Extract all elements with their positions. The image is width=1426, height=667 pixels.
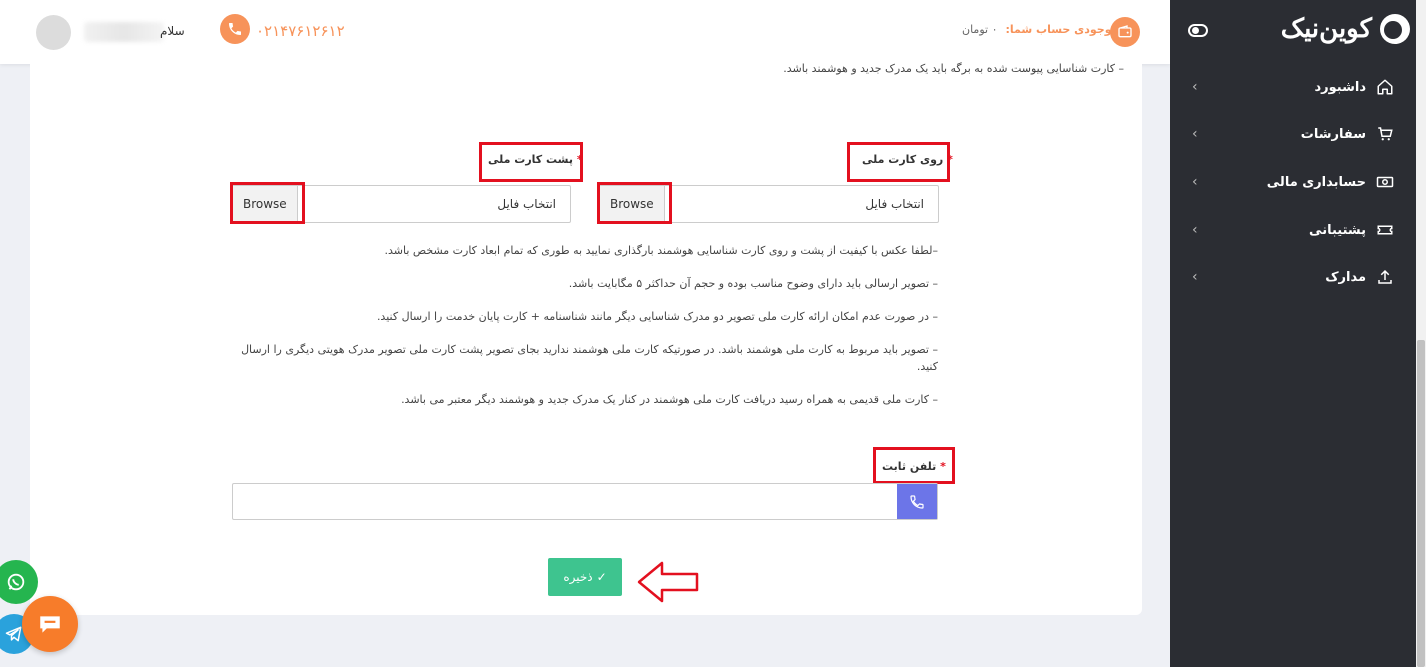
blurred-username <box>84 22 164 42</box>
sidebar-item-dashboard[interactable]: ‹ داشبورد <box>1170 67 1416 107</box>
annotation-arrow-icon <box>637 561 699 603</box>
file-placeholder: انتخاب فایل <box>497 197 556 211</box>
ticket-icon <box>1377 225 1393 235</box>
upload-guidelines: –لطفا عکس با کیفیت از پشت و روی کارت شنا… <box>232 242 938 424</box>
account-balance: موجودی حساب شما: ۰ تومان <box>962 23 1118 36</box>
guideline-item: – کارت ملی قدیمی به همراه رسید دریافت کا… <box>401 393 938 406</box>
upload-icon <box>1378 269 1392 284</box>
chevron-left-icon: ‹ <box>1192 126 1198 142</box>
chat-icon[interactable] <box>22 596 78 652</box>
cart-icon <box>1378 127 1393 141</box>
home-icon <box>1377 79 1393 95</box>
save-label: ذخیره <box>563 570 593 584</box>
guideline-item: –لطفا عکس با کیفیت از پشت و روی کارت شنا… <box>384 244 938 257</box>
top-header: سلام ۰۲۱۴۷۶۱۲۶۱۲ موجودی حساب شما: ۰ توما… <box>0 0 1170 64</box>
phone-icon[interactable] <box>220 14 250 44</box>
sidebar-item-accounting[interactable]: ‹ حسابداری مالی <box>1170 162 1416 202</box>
balance-label: موجودی حساب شما: <box>1005 23 1119 36</box>
chevron-left-icon: ‹ <box>1192 174 1198 190</box>
sidebar-item-orders[interactable]: ‹ سفارشات <box>1170 114 1416 154</box>
page-scrollbar[interactable] <box>1416 0 1426 667</box>
phone-icon <box>897 484 937 519</box>
landline-input[interactable] <box>232 483 938 520</box>
logo-mark-icon <box>1380 14 1410 44</box>
checkmark-icon: ✓ <box>596 570 607 584</box>
annotation-box-back-browse <box>230 182 305 224</box>
avatar[interactable] <box>36 15 71 50</box>
balance-value: ۰ تومان <box>962 23 998 36</box>
annotation-box-front-browse <box>597 182 672 224</box>
back-card-label: * پشت کارت ملی <box>488 153 583 166</box>
sidebar-item-documents[interactable]: ‹ مدارک <box>1170 257 1416 297</box>
sidebar-toggle-icon[interactable] <box>1188 24 1208 37</box>
top-note: – کارت شناسایی پیوست شده به برگه باید یک… <box>783 62 1124 75</box>
chevron-left-icon: ‹ <box>1192 79 1198 95</box>
scrollbar-thumb[interactable] <box>1417 340 1425 667</box>
logo[interactable]: کوین‌نیک <box>1281 14 1410 44</box>
file-placeholder: انتخاب فایل <box>865 197 924 211</box>
chevron-left-icon: ‹ <box>1192 269 1198 285</box>
landline-label: * تلفن ثابت <box>882 460 946 473</box>
wallet-icon[interactable] <box>1110 17 1140 47</box>
save-button[interactable]: ✓ ذخیره <box>548 558 622 596</box>
guideline-item: – تصویر باید مربوط به کارت ملی هوشمند با… <box>241 343 938 373</box>
front-card-label: * روی کارت ملی <box>862 153 953 166</box>
money-icon <box>1376 176 1394 188</box>
guideline-item: – در صورت عدم امکان ارائه کارت ملی تصویر… <box>376 310 938 323</box>
sidebar-item-support[interactable]: ‹ پشتیبانی <box>1170 210 1416 250</box>
guideline-item: – تصویر ارسالی باید دارای وضوح مناسب بود… <box>568 277 938 290</box>
chevron-left-icon: ‹ <box>1192 222 1198 238</box>
logo-text: کوین‌نیک <box>1280 14 1373 44</box>
greeting-text: سلام <box>160 24 185 38</box>
support-phone-number[interactable]: ۰۲۱۴۷۶۱۲۶۱۲ <box>256 22 345 40</box>
